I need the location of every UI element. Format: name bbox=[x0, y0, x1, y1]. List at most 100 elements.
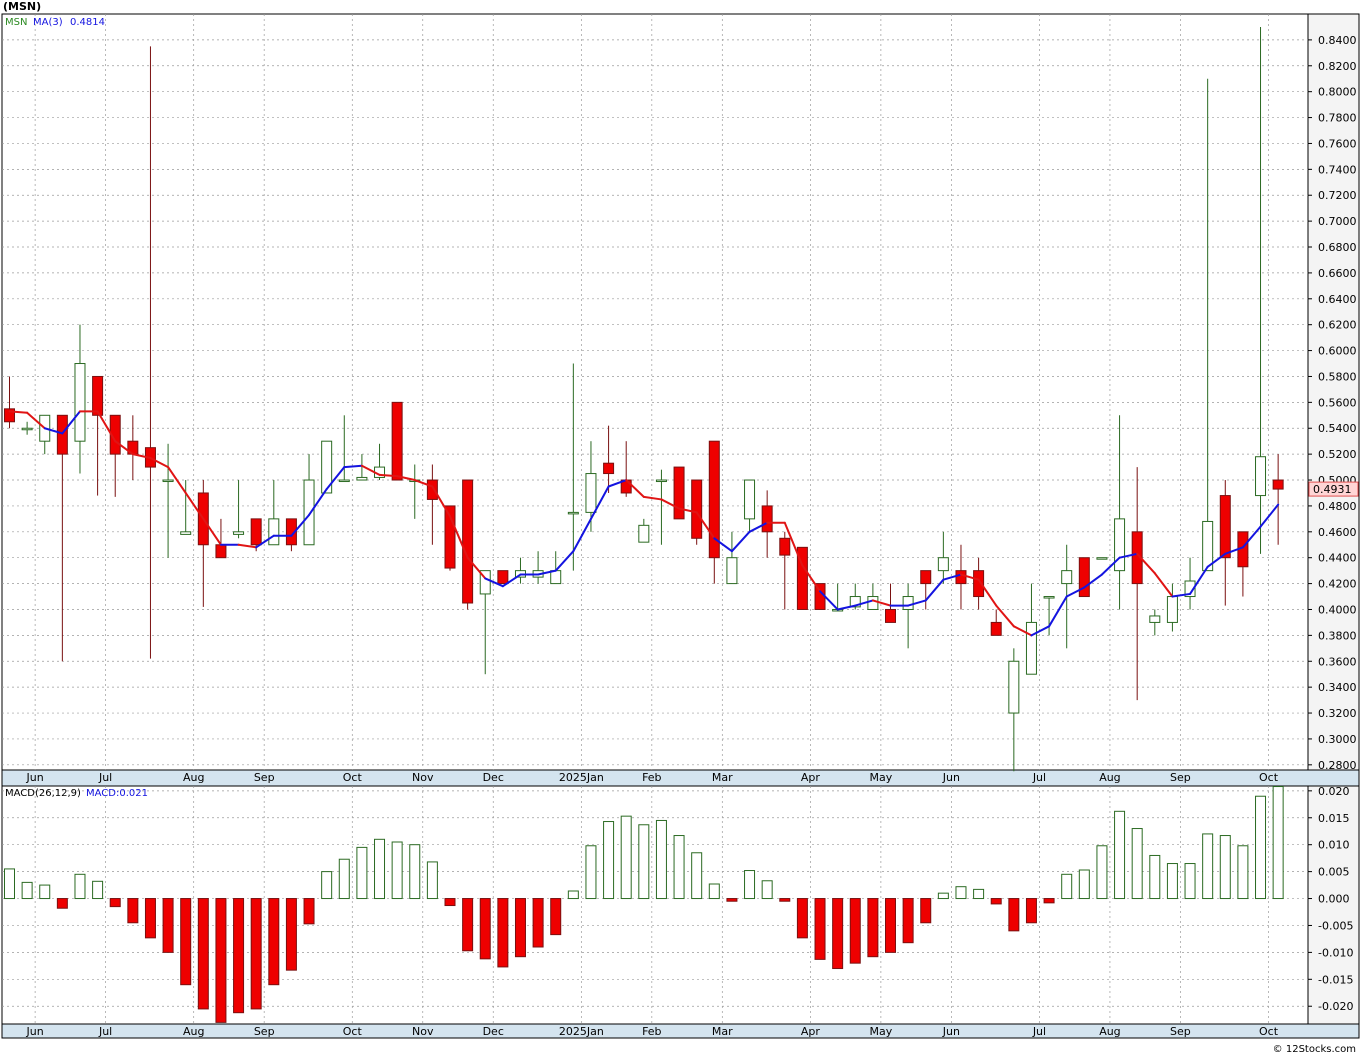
candle-body-up bbox=[744, 479, 756, 520]
macd-bar-positive bbox=[391, 841, 403, 900]
candle-body-down bbox=[92, 375, 104, 416]
candle-body-up bbox=[74, 363, 86, 442]
price-panel-frame bbox=[1, 13, 1309, 771]
candle-body-up bbox=[567, 511, 579, 515]
price-tick-label: 0.8000 bbox=[1318, 86, 1357, 99]
macd-bar-positive bbox=[673, 835, 685, 900]
candle-body-up bbox=[585, 473, 597, 513]
macd-bar-positive bbox=[567, 890, 579, 900]
price-tick-label: 0.4800 bbox=[1318, 500, 1357, 513]
candle-body-up bbox=[726, 557, 738, 585]
macd-bar-positive bbox=[1237, 845, 1249, 900]
price-tick-label: 0.7800 bbox=[1318, 112, 1357, 125]
price-tick-label: 0.4400 bbox=[1318, 552, 1357, 565]
macd-bar-positive bbox=[1131, 828, 1143, 900]
candle-body-up bbox=[1043, 596, 1055, 599]
candle-body-up bbox=[21, 427, 33, 431]
candle-body-down bbox=[603, 462, 615, 475]
macd-bar-negative bbox=[532, 898, 544, 948]
price-tick-label: 0.3800 bbox=[1318, 629, 1357, 642]
macd-tick-label: 0.020 bbox=[1318, 785, 1350, 798]
price-tick-label: 0.4000 bbox=[1318, 603, 1357, 616]
candle-body-up bbox=[180, 531, 192, 535]
macd-bar-negative bbox=[920, 898, 932, 924]
price-month-label: May bbox=[870, 771, 893, 784]
macd-bar-negative bbox=[479, 898, 491, 960]
candle-body-down bbox=[426, 479, 438, 500]
macd-xaxis-band bbox=[1, 1023, 1360, 1039]
macd-bar-positive bbox=[744, 870, 756, 900]
macd-bar-negative bbox=[849, 898, 861, 964]
macd-bar-positive bbox=[973, 888, 985, 900]
price-tick-label: 0.4200 bbox=[1318, 578, 1357, 591]
macd-bar-negative bbox=[1043, 898, 1055, 904]
macd-bar-negative bbox=[1025, 898, 1037, 924]
candle-body-down bbox=[920, 570, 932, 585]
candle-body-up bbox=[655, 479, 667, 483]
ma3-segment bbox=[343, 464, 363, 469]
macd-bar-positive bbox=[691, 852, 703, 900]
candle-body-down bbox=[990, 621, 1002, 636]
macd-tick-label: -0.020 bbox=[1318, 1000, 1353, 1013]
price-tick-label: 0.7000 bbox=[1318, 215, 1357, 228]
candle-body-up bbox=[1096, 557, 1108, 560]
price-month-label: Sep bbox=[254, 771, 275, 784]
macd-tick-label: 0.010 bbox=[1318, 839, 1350, 852]
macd-month-label: Oct bbox=[1259, 1025, 1279, 1038]
macd-month-label: Sep bbox=[254, 1025, 275, 1038]
price-month-label: Apr bbox=[801, 771, 821, 784]
candle-body-down bbox=[462, 479, 474, 604]
candle-body-up bbox=[550, 570, 562, 585]
price-tick-label: 0.4600 bbox=[1318, 526, 1357, 539]
macd-bar-positive bbox=[356, 846, 368, 900]
macd-month-label: Mar bbox=[712, 1025, 733, 1038]
candle-body-down bbox=[250, 518, 262, 546]
macd-bar-negative bbox=[990, 898, 1002, 905]
price-tick-label: 0.6600 bbox=[1318, 267, 1357, 280]
ma3-segment bbox=[378, 473, 399, 478]
candle-body-up bbox=[233, 531, 245, 535]
macd-bar-positive bbox=[638, 824, 650, 900]
macd-month-label: Jun bbox=[26, 1025, 44, 1038]
macd-bar-negative bbox=[814, 898, 826, 960]
price-month-label: Aug bbox=[183, 771, 204, 784]
price-tick-label: 0.6200 bbox=[1318, 319, 1357, 332]
candle-body-up bbox=[1061, 570, 1073, 585]
macd-month-label: May bbox=[870, 1025, 893, 1038]
price-month-label: Dec bbox=[483, 771, 504, 784]
price-tick-label: 0.3200 bbox=[1318, 707, 1357, 720]
symbol-title: (MSN) bbox=[3, 0, 42, 13]
macd-month-label: Aug bbox=[1099, 1025, 1120, 1038]
macd-tick-label: 0.005 bbox=[1318, 866, 1350, 879]
candle-body-up bbox=[1008, 660, 1020, 714]
macd-bar-negative bbox=[144, 898, 156, 939]
candle-body-down bbox=[497, 570, 509, 585]
price-tick-label: 0.3600 bbox=[1318, 655, 1357, 668]
price-xaxis-band bbox=[1, 769, 1360, 787]
macd-bar-negative bbox=[726, 898, 738, 902]
legend-ma-value: 0.4814 bbox=[70, 17, 105, 28]
macd-bar-positive bbox=[1096, 845, 1108, 900]
macd-bar-negative bbox=[180, 898, 192, 986]
legend-ma-label: MA(3) bbox=[33, 17, 63, 28]
macd-bar-negative bbox=[832, 898, 844, 970]
candle-body-down bbox=[1219, 495, 1231, 559]
candle-body-up bbox=[356, 476, 368, 481]
macd-bar-positive bbox=[4, 868, 15, 900]
price-month-label: 2025Jan bbox=[559, 771, 604, 784]
macd-bar-negative bbox=[215, 898, 227, 1023]
candle-body-down bbox=[56, 414, 68, 455]
price-tick-label: 0.7200 bbox=[1318, 189, 1357, 202]
macd-bar-negative bbox=[233, 898, 245, 1014]
price-tick-label: 0.7400 bbox=[1318, 163, 1357, 176]
macd-tick-label: -0.015 bbox=[1318, 973, 1353, 986]
macd-bar-positive bbox=[1272, 786, 1284, 900]
macd-bar-negative bbox=[285, 898, 297, 971]
price-tick-label: 0.6800 bbox=[1318, 241, 1357, 254]
candle-body-down bbox=[215, 544, 227, 559]
macd-month-label: Jun bbox=[942, 1025, 960, 1038]
macd-bar-positive bbox=[1149, 854, 1161, 900]
macd-bar-positive bbox=[937, 892, 949, 900]
macd-bar-positive bbox=[39, 884, 51, 900]
price-tick-label: 0.6400 bbox=[1318, 293, 1357, 306]
